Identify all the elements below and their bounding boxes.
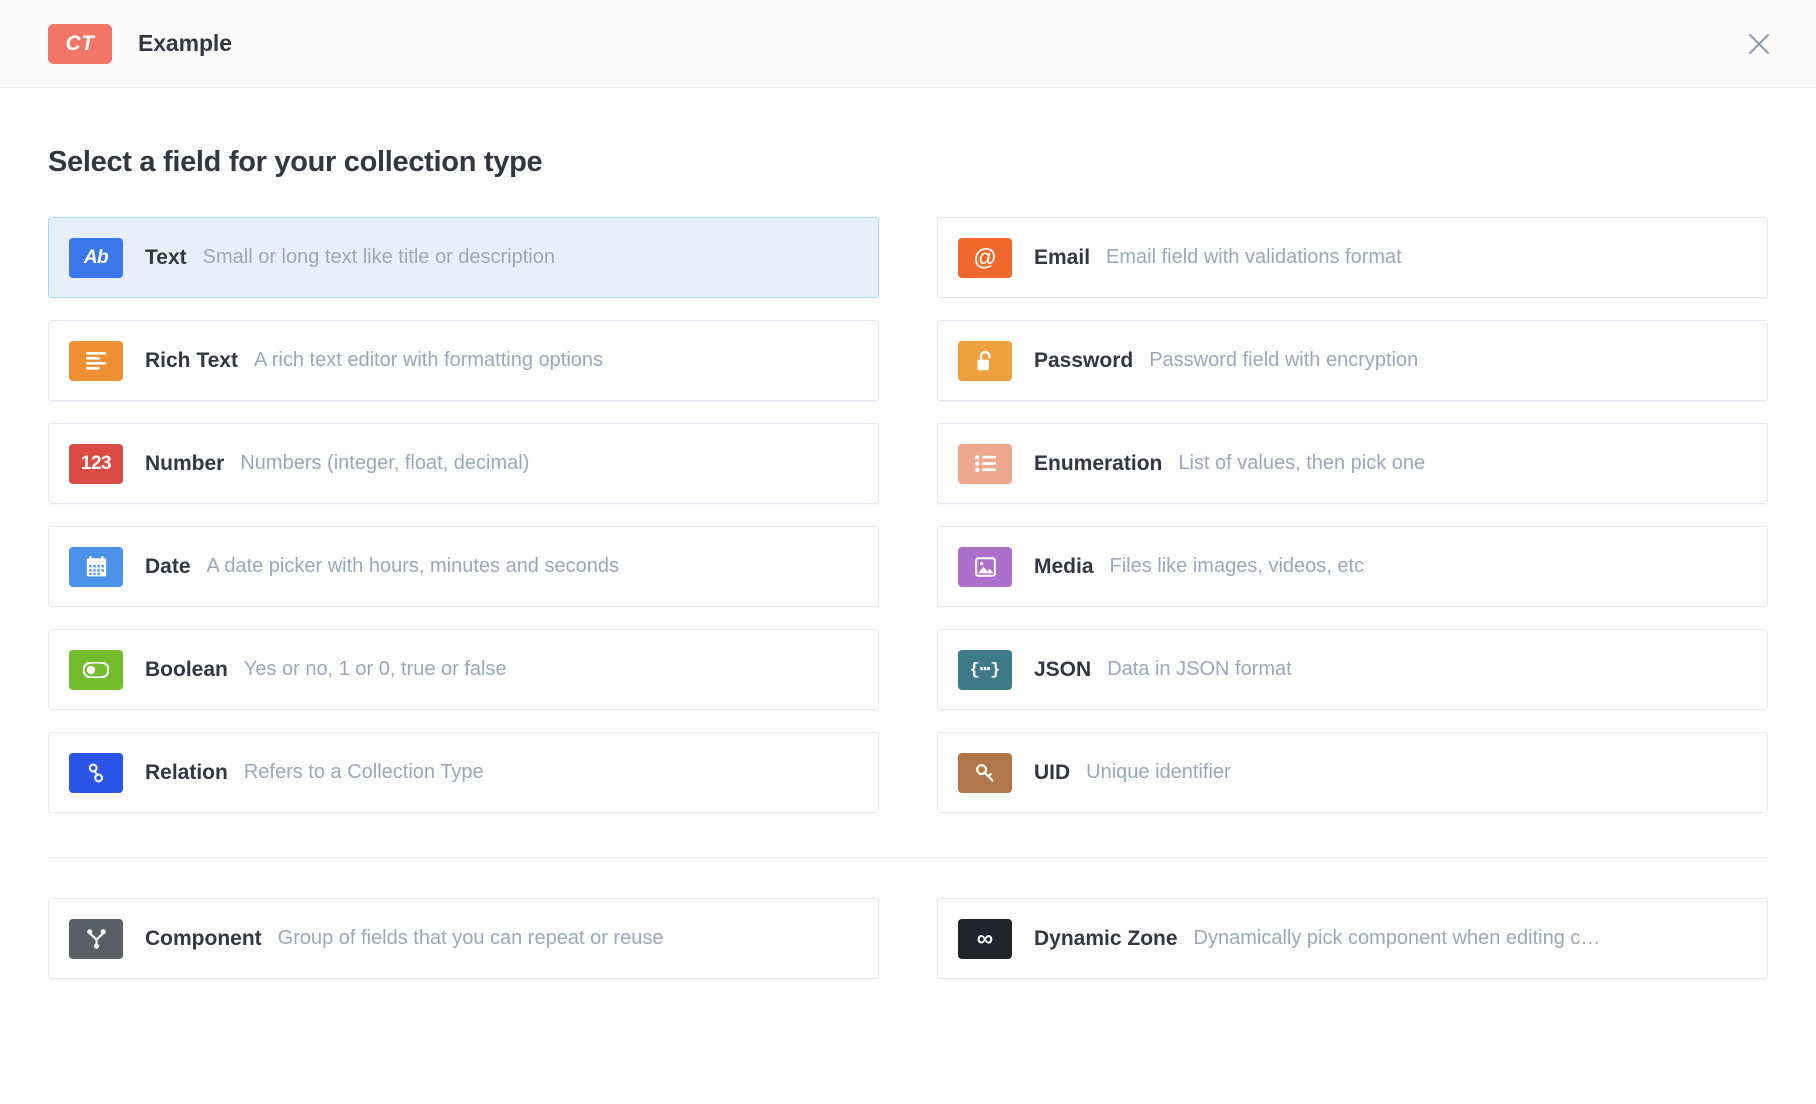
field-card-media[interactable]: Media Files like images, videos, etc xyxy=(937,526,1768,607)
ab-icon: Ab xyxy=(69,238,123,278)
field-label: Email xyxy=(1034,246,1090,270)
field-description: Yes or no, 1 or 0, true or false xyxy=(244,658,507,681)
infinity-icon: ∞ xyxy=(958,919,1012,959)
field-card-email[interactable]: @ Email Email field with validations forma… xyxy=(937,217,1768,298)
unlocked-padlock-icon xyxy=(958,341,1012,381)
section-divider xyxy=(48,857,1768,858)
field-label: Number xyxy=(145,452,224,476)
field-card-number[interactable]: 123 Number Numbers (integer, float, decima… xyxy=(48,423,879,504)
primary-fields-grid: Ab Text Small or long text like title or d… xyxy=(48,217,1768,813)
field-label: Date xyxy=(145,555,191,579)
field-label: UID xyxy=(1034,761,1070,785)
field-description: Dynamically pick component when editing … xyxy=(1194,927,1601,950)
braces-icon: {⋯} xyxy=(958,650,1012,690)
field-card-date[interactable]: Date A date picker with hours, minutes an… xyxy=(48,526,879,607)
field-description: List of values, then pick one xyxy=(1178,452,1425,475)
field-label: Enumeration xyxy=(1034,452,1162,476)
section-heading: Select a field for your collection type xyxy=(48,146,1768,179)
field-card-password[interactable]: Password Password field with encryption xyxy=(937,320,1768,401)
field-description: Small or long text like title or descrip… xyxy=(203,246,555,269)
calendar-icon xyxy=(69,547,123,587)
field-description: Numbers (integer, float, decimal) xyxy=(240,452,529,475)
field-card-boolean[interactable]: Boolean Yes or no, 1 or 0, true or false xyxy=(48,629,879,710)
field-label: Rich Text xyxy=(145,349,238,373)
modal-header: CT Example xyxy=(0,0,1816,88)
field-description: Email field with validations format xyxy=(1106,246,1402,269)
field-description: Data in JSON format xyxy=(1107,658,1292,681)
field-description: Refers to a Collection Type xyxy=(244,761,484,784)
field-label: Text xyxy=(145,246,187,270)
field-card-text[interactable]: Ab Text Small or long text like title or d… xyxy=(48,217,879,298)
field-description: A rich text editor with formatting optio… xyxy=(254,349,603,372)
modal-body: Select a field for your collection type … xyxy=(0,88,1816,979)
at-sign-icon: @ xyxy=(958,238,1012,278)
field-description: Files like images, videos, etc xyxy=(1110,555,1365,578)
field-card-dynamic-zone[interactable]: ∞ Dynamic Zone Dynamically pick component … xyxy=(937,898,1768,979)
field-card-json[interactable]: {⋯} JSON Data in JSON format xyxy=(937,629,1768,710)
field-card-uid[interactable]: UID Unique identifier xyxy=(937,732,1768,813)
link-chain-icon xyxy=(69,753,123,793)
field-description: Password field with encryption xyxy=(1149,349,1418,372)
field-label: Component xyxy=(145,927,262,951)
collection-type-badge: CT xyxy=(48,24,112,64)
field-label: Boolean xyxy=(145,658,228,682)
field-description: Unique identifier xyxy=(1086,761,1231,784)
field-label: JSON xyxy=(1034,658,1091,682)
field-card-relation[interactable]: Relation Refers to a Collection Type xyxy=(48,732,879,813)
field-label: Media xyxy=(1034,555,1094,579)
field-card-rich-text[interactable]: Rich Text A rich text editor with formatt… xyxy=(48,320,879,401)
bulleted-list-icon xyxy=(958,444,1012,484)
advanced-fields-grid: Component Group of fields that you can re… xyxy=(48,898,1768,979)
field-card-enumeration[interactable]: Enumeration List of values, then pick one xyxy=(937,423,1768,504)
field-description: Group of fields that you can repeat or r… xyxy=(278,927,664,950)
close-icon[interactable] xyxy=(1742,27,1776,61)
image-icon xyxy=(958,547,1012,587)
paragraph-lines-icon xyxy=(69,341,123,381)
fork-branch-icon xyxy=(69,919,123,959)
field-card-component[interactable]: Component Group of fields that you can re… xyxy=(48,898,879,979)
123-icon: 123 xyxy=(69,444,123,484)
key-icon xyxy=(958,753,1012,793)
field-description: A date picker with hours, minutes and se… xyxy=(207,555,619,578)
field-label: Relation xyxy=(145,761,228,785)
toggle-icon xyxy=(69,650,123,690)
field-label: Dynamic Zone xyxy=(1034,927,1178,951)
page-title: Example xyxy=(138,30,232,57)
field-label: Password xyxy=(1034,349,1133,373)
